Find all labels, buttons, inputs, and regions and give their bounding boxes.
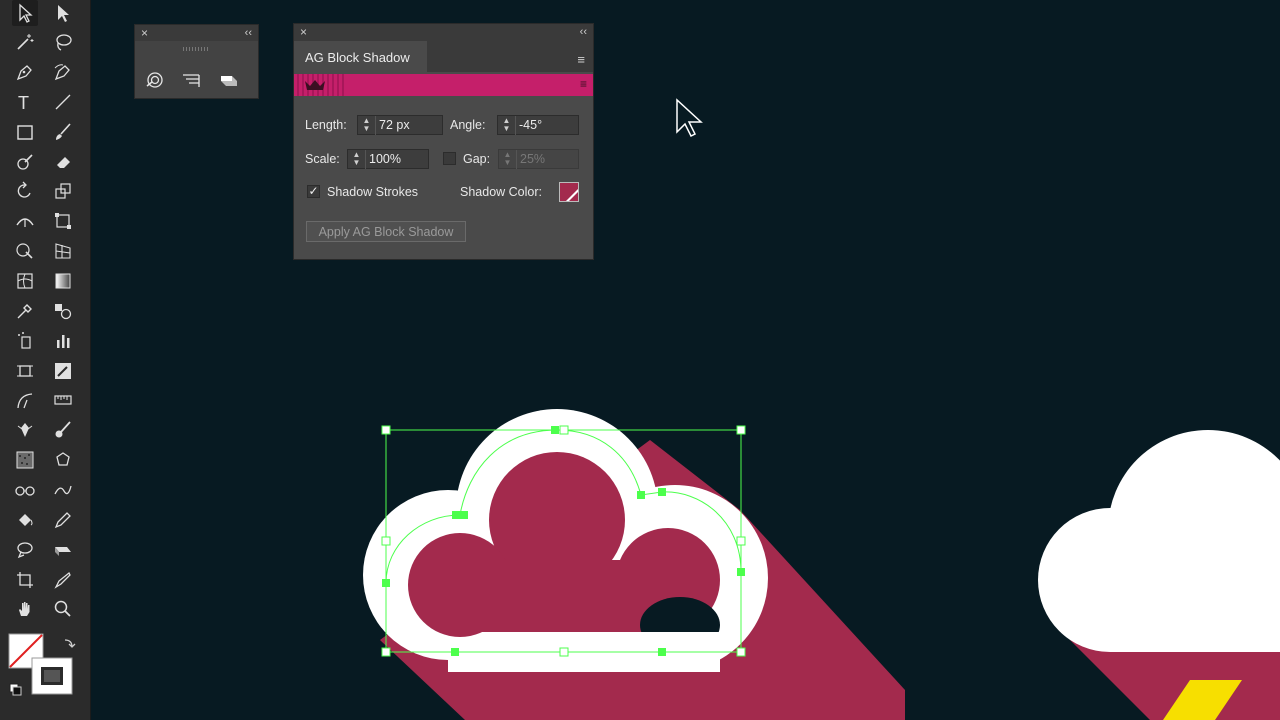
eraser-block-tool-icon[interactable] [50,537,76,563]
angle-value[interactable]: -45° [519,118,542,132]
gap-label: Gap: [463,152,491,166]
ag-block-shadow-panel: × ‹‹ AG Block Shadow ≡ ≡ Length: ▲ ▼ 72 p… [293,23,594,260]
tools-panel: T [0,0,91,720]
ellipse-tool-icon[interactable] [50,447,76,473]
curvature-tool-icon[interactable] [50,59,76,85]
ruler-tool-icon[interactable] [50,388,76,414]
artboard-canvas[interactable] [90,0,1280,720]
svg-text:T: T [18,93,29,112]
curvature-handle-tool-icon[interactable] [12,388,38,414]
banner-menu-icon[interactable]: ≡ [580,77,587,91]
eyedropper-tool-icon[interactable] [12,298,38,324]
collapse-icon[interactable]: ‹‹ [245,26,252,40]
close-icon[interactable]: × [300,25,307,39]
panel-grip[interactable] [183,47,209,51]
shadow-color-swatch[interactable] [559,182,579,202]
shadow-strokes-label[interactable]: Shadow Strokes [327,185,418,199]
panel-menu-icon[interactable]: ≡ [577,52,585,67]
column-graph-tool-icon[interactable] [50,328,76,354]
shadow-strokes-checkbox[interactable]: ✓ [307,185,320,198]
blob-brush-tool-icon[interactable] [50,417,76,443]
spiral-icon[interactable] [144,71,166,88]
shape-builder-tool-icon[interactable] [12,238,38,264]
selection-tool-icon[interactable] [12,0,38,26]
mesh-tool-icon[interactable] [12,268,38,294]
artboard-tool-icon[interactable] [12,358,38,384]
scale-value[interactable]: 100% [369,152,401,166]
live-paint-bucket-tool-icon[interactable] [12,507,38,533]
scale-stepper[interactable]: ▲ ▼ [348,150,366,169]
apply-ag-block-shadow-button[interactable]: Apply AG Block Shadow [306,221,466,242]
length-field[interactable]: ▲ ▼ 72 px [357,115,443,135]
direct-selection-tool-icon[interactable] [50,0,76,26]
line-segment-tool-icon[interactable] [50,89,76,115]
collapse-icon[interactable]: ‹‹ [580,25,587,39]
pencil-tool-icon[interactable] [50,507,76,533]
plugin-banner: ≡ [294,74,593,96]
gap-checkbox[interactable] [443,152,456,165]
width-tool-icon[interactable] [12,208,38,234]
pen-tool-icon[interactable] [12,59,38,85]
angle-field[interactable]: ▲ ▼ -45° [497,115,579,135]
shadow-color-label: Shadow Color: [460,185,542,199]
free-transform-tool-icon[interactable] [50,208,76,234]
puppet-warp-tool-icon[interactable] [12,417,38,443]
angle-label: Angle: [450,118,486,132]
slice-tool-icon[interactable] [50,358,76,384]
right-cloud [1038,430,1280,652]
length-stepper[interactable]: ▲ ▼ [358,116,376,135]
tab-ag-block-shadow[interactable]: AG Block Shadow [294,41,427,74]
angle-stepper[interactable]: ▲ ▼ [498,116,516,135]
eraser-tool-icon[interactable] [50,149,76,175]
small-panel-header[interactable]: × ‹‹ [135,25,258,41]
hand-tool-icon[interactable] [12,596,38,622]
panel-tab-row[interactable]: × ‹‹ AG Block Shadow ≡ [294,24,593,74]
shaper-tool-icon[interactable] [12,149,38,175]
lasso-tool-icon[interactable] [50,29,76,55]
perspective-grid-tool-icon[interactable] [50,238,76,264]
fill-stroke-swatches[interactable] [8,632,84,702]
close-icon[interactable]: × [141,26,148,40]
type-tool-icon[interactable]: T [12,89,38,115]
swap-icon [64,639,76,648]
symbol-sprayer-tool-icon[interactable] [12,328,38,354]
scale-field[interactable]: ▲ ▼ 100% [347,149,429,169]
lasso-paint-tool-icon[interactable] [12,537,38,563]
artwork [363,98,1280,720]
crop-tool-icon[interactable] [12,567,38,593]
crown-icon [303,78,327,95]
gradient-tool-icon[interactable] [50,268,76,294]
rotate-tool-icon[interactable] [12,178,38,204]
length-label: Length: [305,118,347,132]
blend-tool-icon[interactable] [50,298,76,324]
gap-value[interactable]: 25% [520,152,545,166]
glasses-tool-icon[interactable] [12,477,38,503]
texture-tool-icon[interactable] [12,447,38,473]
scale-label: Scale: [305,152,340,166]
mouse-cursor [676,98,703,138]
magic-wand-tool-icon[interactable] [12,29,38,55]
gap-field[interactable]: ▲ ▼ 25% [498,149,579,169]
gap-stepper[interactable]: ▲ ▼ [499,150,517,169]
small-tools-panel: × ‹‹ [134,24,259,99]
knife-tool-icon[interactable] [50,567,76,593]
rectangle-tool-icon[interactable] [12,119,38,145]
zoom-tool-icon[interactable] [50,596,76,622]
scale-tool-icon[interactable] [50,178,76,204]
block-shadow-icon[interactable] [218,71,240,87]
length-value[interactable]: 72 px [379,118,410,132]
long-shadow-icon[interactable] [181,71,203,87]
path-tool-icon[interactable] [50,477,76,503]
paintbrush-tool-icon[interactable] [50,119,76,145]
